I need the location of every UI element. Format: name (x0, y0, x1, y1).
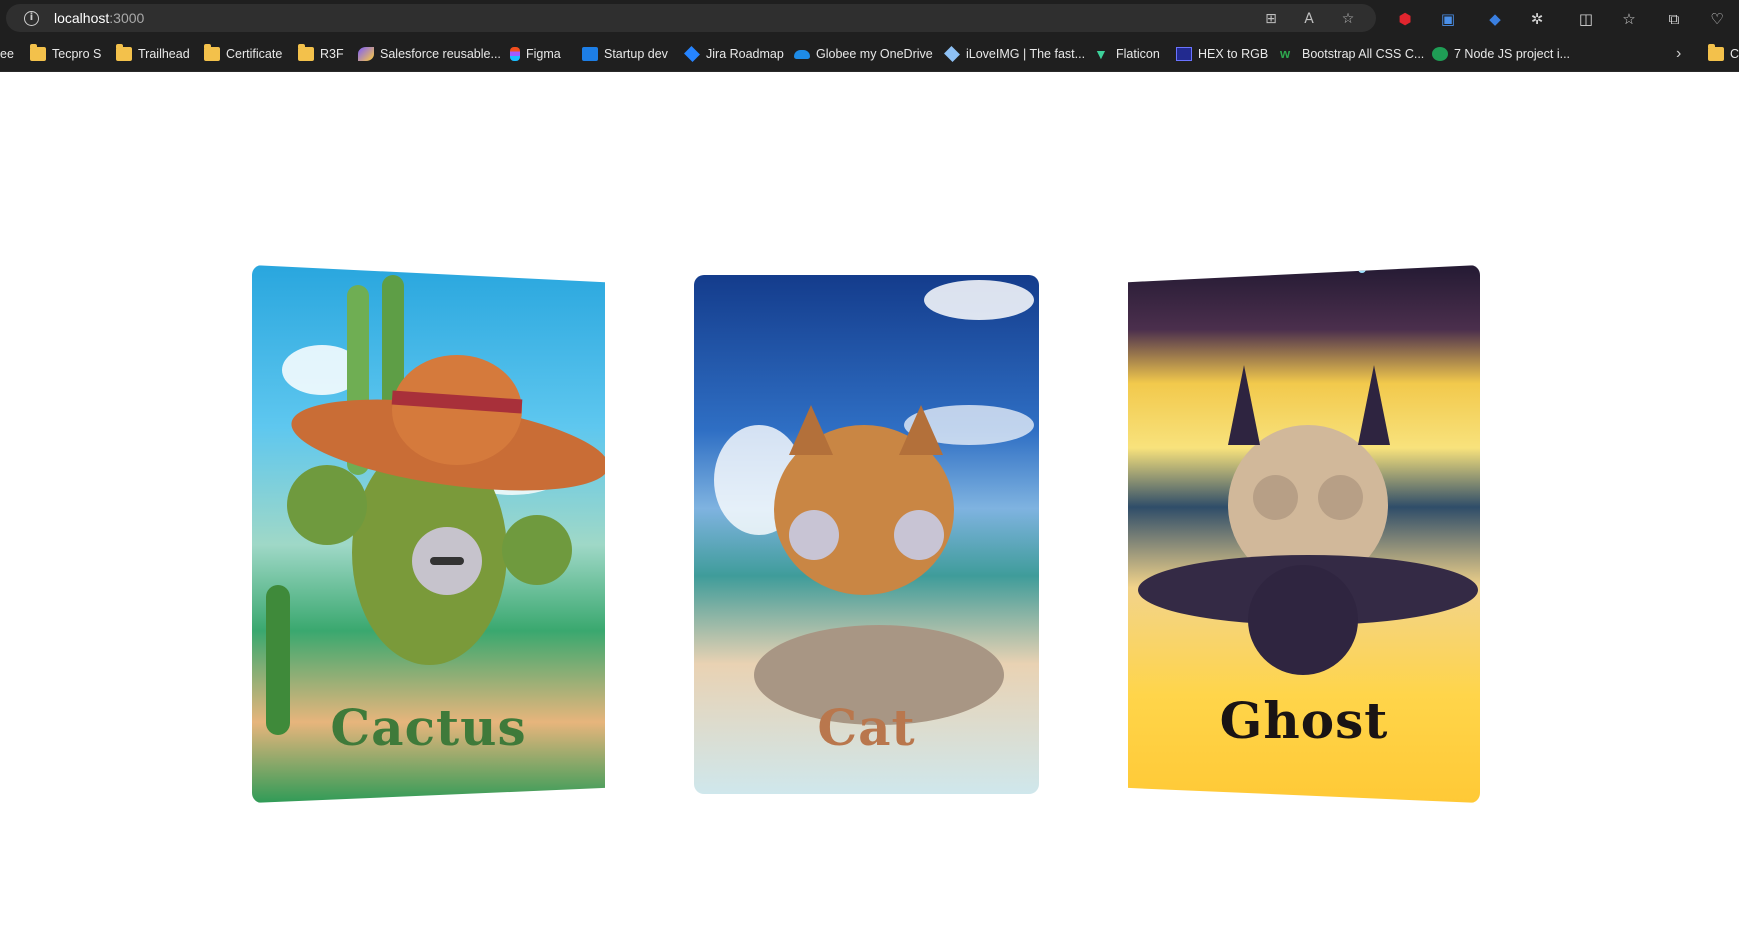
cat-character-ear (899, 405, 943, 455)
bookmark-folder-tecpro[interactable]: Tecpro S (30, 44, 101, 63)
extensions-puzzle-icon[interactable]: ✲ (1526, 8, 1548, 30)
card-title-ghost: Ghost (1219, 691, 1389, 750)
translate-extension-icon[interactable]: ▣ (1437, 8, 1459, 30)
bookmark-startup-dev[interactable]: Startup dev (582, 45, 668, 63)
ghost-character-body (1248, 565, 1358, 675)
bookmark-folder-r3f[interactable]: R3F (298, 44, 344, 63)
app-available-icon[interactable]: ⊞ (1262, 10, 1280, 28)
bookmark-folder-certificate[interactable]: Certificate (204, 44, 282, 63)
card-cat[interactable]: Cat (694, 275, 1039, 794)
bookmark-item[interactable]: ee (0, 45, 14, 63)
folder-icon (204, 44, 220, 61)
bookmark-node-projects[interactable]: 7 Node JS project i... (1432, 45, 1570, 63)
address-url[interactable]: localhost:3000 (54, 10, 144, 26)
ghost-character-horn (1228, 365, 1260, 445)
adblock-extension-icon[interactable]: ⬢ (1394, 8, 1416, 30)
star-decoration (1358, 265, 1366, 273)
read-aloud-icon[interactable]: A (1300, 10, 1318, 28)
page-canvas: Cactus Cat Ghost (0, 72, 1739, 929)
bookmark-bootstrap[interactable]: w Bootstrap All CSS C... (1280, 45, 1424, 63)
site-info-icon[interactable]: i (24, 11, 39, 26)
bookmarks-overflow-chevron-icon[interactable]: › (1676, 45, 1681, 63)
collections-icon[interactable]: ⧉ (1663, 8, 1685, 30)
ghost-character-eye-socket (1253, 475, 1298, 520)
cloud-decoration (924, 280, 1034, 320)
cat-character-eye (789, 510, 839, 560)
folder-icon (298, 44, 314, 61)
bookmark-folder-other[interactable]: C (1708, 44, 1739, 63)
salesforce-icon (358, 47, 374, 61)
cactus-character-arm (287, 465, 367, 545)
extension-icon[interactable]: ◆ (1484, 8, 1506, 30)
card-cactus[interactable]: Cactus (252, 265, 605, 803)
split-screen-icon[interactable]: ◫ (1575, 8, 1597, 30)
cactus-character-arm (502, 515, 572, 585)
bookmark-flaticon[interactable]: ▼ Flaticon (1094, 45, 1160, 63)
ghost-character-eye-socket (1318, 475, 1363, 520)
cat-character-ear (789, 405, 833, 455)
onedrive-icon (794, 49, 810, 59)
folder-icon (30, 44, 46, 61)
ghost-character-horn (1358, 365, 1390, 445)
bookmark-folder-trailhead[interactable]: Trailhead (116, 44, 190, 63)
favorite-star-icon[interactable]: ☆ (1339, 10, 1357, 28)
bookmark-hex-to-rgb[interactable]: HEX to RGB (1176, 45, 1268, 63)
browser-toolbar: i localhost:3000 ⊞ A ☆ ⬢ ▣ ◆ ✲ ◫ ☆ ⧉ ♡ (0, 0, 1739, 36)
bookmarks-bar: ee Tecpro S Trailhead Certificate R3F Sa… (0, 36, 1739, 72)
address-bar[interactable]: i localhost:3000 ⊞ A ☆ (6, 4, 1376, 32)
bookmark-figma[interactable]: Figma (510, 45, 561, 63)
figma-icon (510, 47, 520, 61)
cactus-character-eye-slit (430, 557, 464, 565)
bookmark-iloveimg[interactable]: iLoveIMG | The fast... (944, 45, 1085, 63)
bootstrap-icon: w (1280, 46, 1291, 61)
iloveimg-icon (944, 46, 960, 62)
browser-essentials-icon[interactable]: ♡ (1706, 8, 1728, 30)
folder-icon (1708, 44, 1724, 61)
bookmark-jira-roadmap[interactable]: Jira Roadmap (684, 45, 784, 63)
trello-icon (582, 47, 598, 61)
hex-icon (1176, 47, 1192, 61)
jira-icon (684, 46, 700, 62)
node-icon (1432, 47, 1448, 61)
card-ghost[interactable]: Ghost (1128, 265, 1480, 803)
folder-icon (116, 44, 132, 61)
flaticon-icon: ▼ (1094, 46, 1108, 62)
cat-character-eye (894, 510, 944, 560)
bookmark-onedrive[interactable]: Globee my OneDrive (794, 45, 933, 63)
card-title-cat: Cat (817, 698, 916, 757)
bookmark-salesforce[interactable]: Salesforce reusable... (358, 45, 501, 63)
favorites-icon[interactable]: ☆ (1618, 8, 1640, 30)
card-title-cactus: Cactus (330, 698, 527, 757)
